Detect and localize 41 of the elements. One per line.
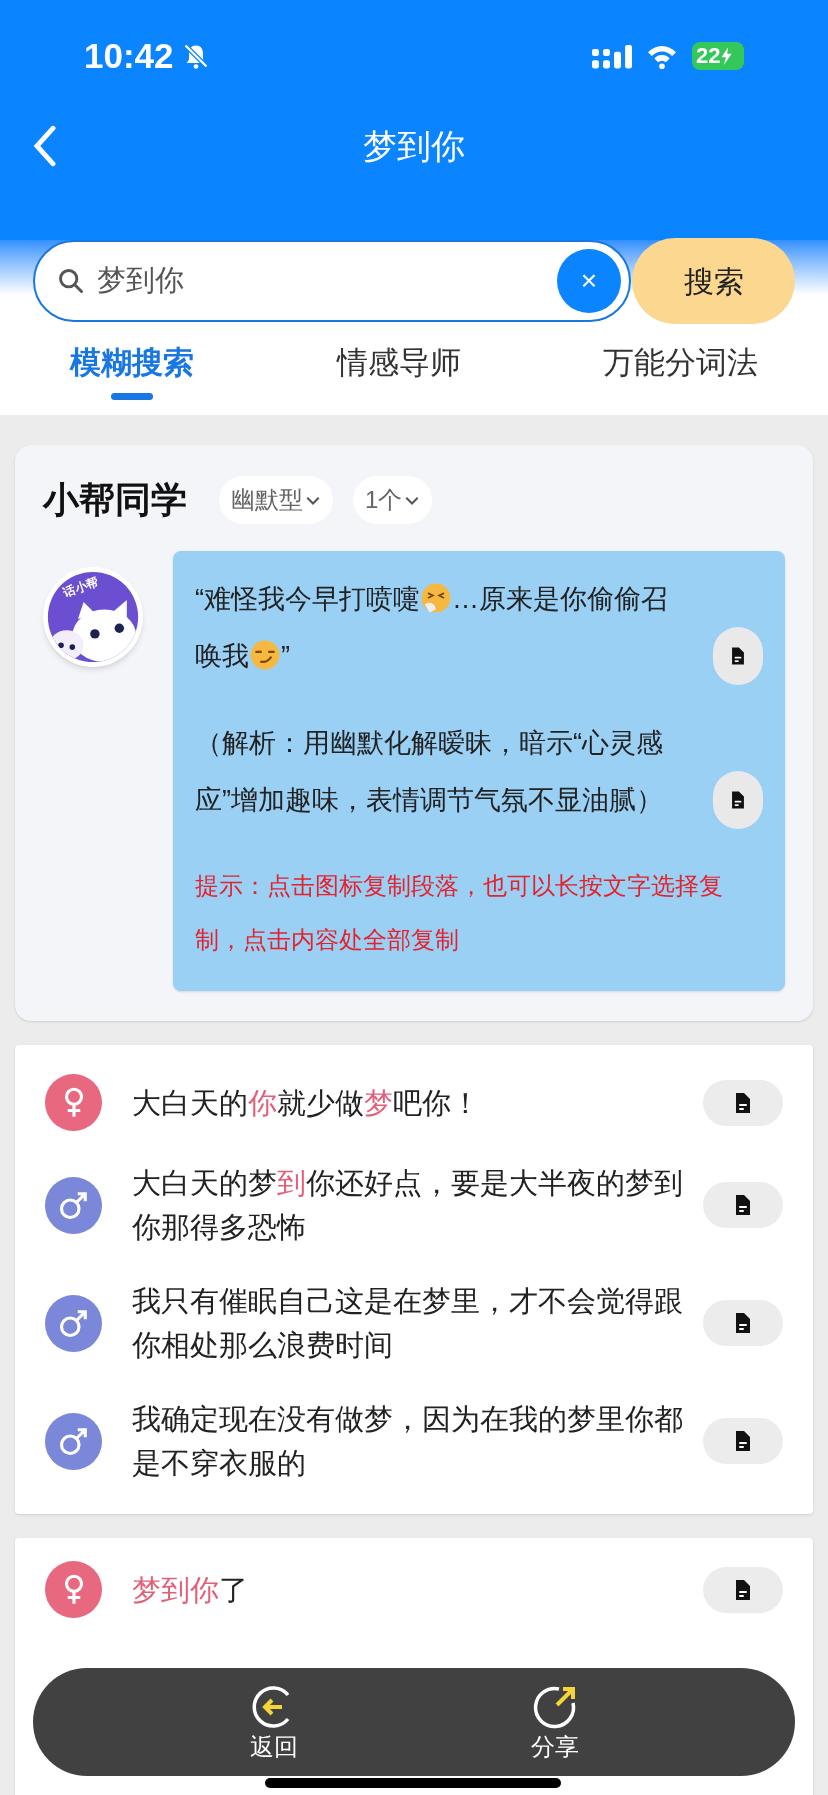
message-bubble[interactable]: “难怪我今早打喷嚏 …原来是你偷偷召唤我 ” （解析：用幽默化解暧昧，暗示“心灵感应”增加趣味，表情调节气氛不显油腻） 提示：点击图标复制段落，也可以长按文字选择复制，点击内容处全部复制 bbox=[173, 551, 785, 991]
copy-button[interactable] bbox=[703, 1300, 783, 1346]
tab[interactable]: 万能分词法 bbox=[603, 343, 758, 383]
result-text[interactable]: 大白天的梦到你还好点，要是大半夜的梦到你那得多恐怖 bbox=[132, 1161, 703, 1249]
bolt-icon bbox=[720, 46, 733, 65]
hint-text: 提示：点击图标复制段落，也可以长按文字选择复制，点击内容处全部复制 bbox=[195, 871, 724, 955]
result-text[interactable]: 梦到你了 bbox=[132, 1567, 703, 1612]
battery-level: 22 bbox=[696, 44, 721, 67]
copy-button[interactable] bbox=[713, 627, 763, 685]
smirking-face-icon bbox=[249, 639, 281, 671]
copy-button[interactable] bbox=[703, 1418, 783, 1464]
page-title: 梦到你 bbox=[363, 125, 465, 167]
quote-text: “难怪我今早打喷嚏 …原来是你偷偷召唤我 ” bbox=[195, 581, 669, 673]
result-text[interactable]: 我确定现在没有做梦，因为在我的梦里你都是不穿衣服的 bbox=[132, 1397, 703, 1485]
filter-dropdown[interactable]: 1个 bbox=[353, 476, 433, 524]
clear-button[interactable]: × bbox=[557, 249, 621, 313]
copy-button[interactable] bbox=[703, 1079, 783, 1126]
copy-button[interactable] bbox=[713, 771, 763, 829]
result-text[interactable]: 我只有催眠自己这是在梦里，才不会觉得跟你相处那么浪费时间 bbox=[132, 1279, 703, 1367]
status-time: 10:42 bbox=[84, 38, 174, 73]
back-action-button[interactable]: 返回 bbox=[249, 1685, 298, 1759]
search-value: 梦到你 bbox=[97, 263, 184, 299]
result-text[interactable]: 大白天的你就少做梦吧你！ bbox=[132, 1080, 703, 1125]
tab-indicator bbox=[111, 393, 153, 400]
avatar-label: 话小帮 bbox=[62, 575, 100, 599]
search-field[interactable]: 梦到你 × bbox=[33, 240, 631, 322]
chevron-down-icon bbox=[404, 494, 421, 506]
chevron-down-icon bbox=[305, 494, 321, 506]
tab[interactable]: 模糊搜索 bbox=[70, 343, 194, 383]
search-icon bbox=[57, 267, 85, 295]
cat-avatar-icon bbox=[46, 570, 140, 664]
copy-button[interactable] bbox=[703, 1566, 783, 1613]
copy-button[interactable] bbox=[703, 1182, 783, 1228]
share-arrow-icon bbox=[532, 1685, 577, 1729]
signal-icon bbox=[592, 42, 632, 69]
share-button[interactable]: 分享 bbox=[530, 1685, 579, 1759]
sneezing-face-icon bbox=[420, 582, 452, 614]
assistant-name: 小帮同学 bbox=[43, 478, 187, 522]
tab[interactable]: 情感导师 bbox=[336, 343, 461, 383]
analysis-text: （解析：用幽默化解暧昧，暗示“心灵感应”增加趣味，表情调节气氛不显油腻） bbox=[195, 727, 664, 817]
filter-dropdown[interactable]: 幽默型 bbox=[219, 476, 333, 524]
